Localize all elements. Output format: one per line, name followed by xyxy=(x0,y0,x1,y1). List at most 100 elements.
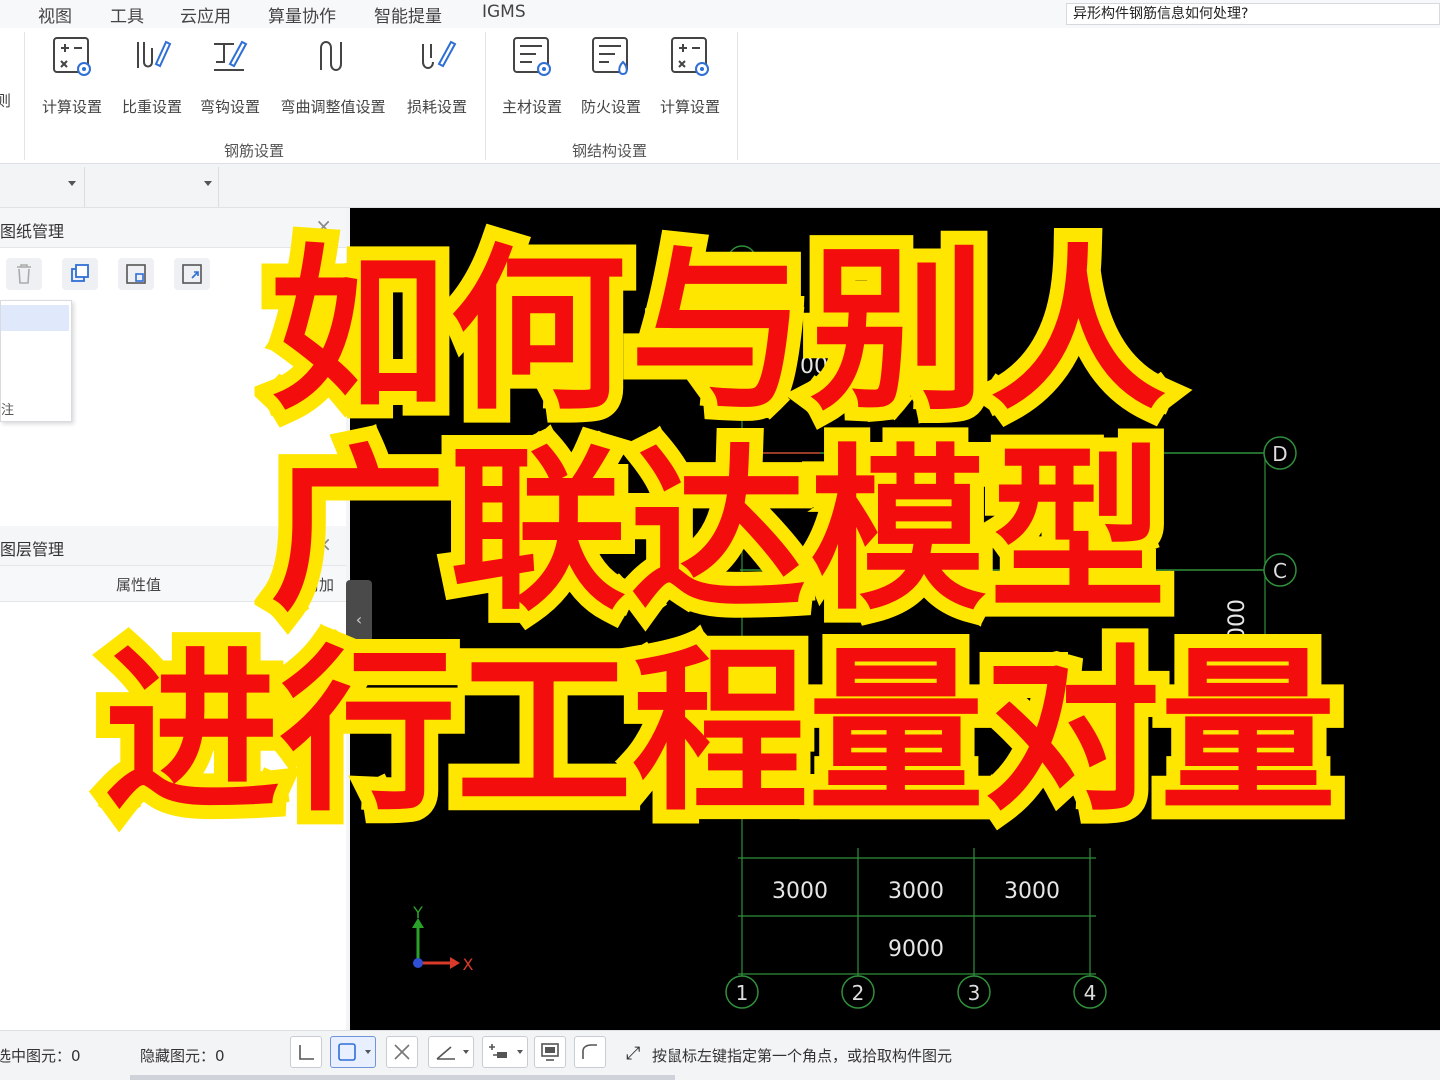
svg-text:1: 1 xyxy=(736,250,748,272)
import-button[interactable] xyxy=(118,258,154,290)
menu-tools[interactable]: 工具 xyxy=(110,2,144,27)
dropdown-item-clipped[interactable]: 注 xyxy=(1,399,14,418)
trash-icon xyxy=(17,264,31,284)
chevron-down-icon xyxy=(68,181,76,186)
group-separator xyxy=(737,32,738,160)
panel-collapse-handle[interactable]: ‹ xyxy=(346,580,372,660)
cross-icon xyxy=(394,1044,410,1060)
loss-settings-icon xyxy=(422,40,457,69)
ribbon: 则 计算设置 比重设置 弯钩设置 弯曲调整值设置 损耗设置 钢筋设置 主材设置 … xyxy=(0,28,1440,164)
svg-text:3: 3 xyxy=(968,981,981,1005)
delete-button[interactable] xyxy=(6,258,42,290)
import-icon xyxy=(126,264,146,284)
density-settings-icon xyxy=(137,40,172,68)
layer-table-header: 属性值 附加 xyxy=(0,566,346,602)
drawing-canvas[interactable]: 1 1 2 3 4 D C 3000 3000 3000 9000 000 00… xyxy=(350,208,1440,1030)
ortho-button[interactable] xyxy=(290,1036,322,1068)
menu-collab[interactable]: 算量协作 xyxy=(268,2,336,27)
offset-button[interactable] xyxy=(482,1036,528,1068)
svg-text:2: 2 xyxy=(852,981,865,1005)
app-window: : 视图 工具 云应用 算量协作 智能提量 IGMS 异形构件钢筋信息如何处理?… xyxy=(0,0,1440,1080)
menubar: : 视图 工具 云应用 算量协作 智能提量 IGMS 异形构件钢筋信息如何处理? xyxy=(0,0,1440,28)
fireproof-icon xyxy=(592,37,628,76)
axis-bubble-3: 3 xyxy=(957,975,991,1009)
group-label-rebar: 钢筋设置 xyxy=(224,142,285,160)
hidden-count: 隐藏图元：0 xyxy=(140,1047,225,1065)
rebar-calc-settings-label: 计算设置 xyxy=(41,98,102,116)
axis-bubble-4: 4 xyxy=(1073,975,1107,1009)
loss-settings-button[interactable]: 损耗设置 xyxy=(403,34,471,118)
menu-view[interactable]: 视图 xyxy=(38,2,72,27)
dim-text-total: 9000 xyxy=(888,937,944,962)
axis-bubble-1: 1 xyxy=(725,975,759,1009)
search-input[interactable]: 异形构件钢筋信息如何处理? xyxy=(1066,3,1440,25)
close-icon[interactable]: × xyxy=(315,214,332,238)
bend-adjust-button[interactable]: 弯曲调整值设置 xyxy=(274,34,392,118)
toolbar-separator xyxy=(84,167,85,207)
menu-cloud[interactable]: 云应用 xyxy=(180,2,231,27)
dropdown-selected-item[interactable] xyxy=(1,305,69,331)
density-settings-label: 比重设置 xyxy=(121,98,182,116)
snap-button[interactable] xyxy=(330,1036,376,1068)
layer-panel-header: 图层管理 × xyxy=(0,526,346,566)
main-material-icon xyxy=(513,37,551,76)
screen-button[interactable] xyxy=(534,1036,566,1068)
bend-adjust-icon xyxy=(320,41,342,71)
dim-text-right: 000 xyxy=(1225,599,1250,641)
col-add: 附加 xyxy=(304,576,335,594)
axis-bubble-2: 2 xyxy=(841,975,875,1009)
hook-settings-icon xyxy=(214,40,248,71)
svg-text:D: D xyxy=(1272,442,1287,466)
main-material-button[interactable]: 主材设置 xyxy=(498,34,566,118)
fireproof-label: 防火设置 xyxy=(580,98,641,116)
selected-count: 选中图元：0 xyxy=(0,1047,81,1065)
status-hint: 按鼠标左键指定第一个角点，或拾取构件图元 xyxy=(652,1047,953,1065)
arc-button[interactable] xyxy=(574,1036,606,1068)
copy-button[interactable] xyxy=(62,258,98,290)
toolbar-row xyxy=(0,165,1440,208)
axis-bubble-c: C xyxy=(1263,553,1297,587)
menu-smart[interactable]: 智能提量 xyxy=(374,2,442,27)
toolbar-separator xyxy=(218,167,219,207)
snap-rect-icon xyxy=(338,1043,371,1061)
hook-settings-button[interactable]: 弯钩设置 xyxy=(196,34,264,118)
cross-button[interactable] xyxy=(386,1036,418,1068)
ucs-axis-icon xyxy=(412,918,460,969)
component-select[interactable] xyxy=(86,169,216,205)
steel-calc-settings-button[interactable]: 计算设置 xyxy=(656,34,724,118)
layer-panel-title: 图层管理 xyxy=(0,540,65,559)
axis-x-label: X xyxy=(463,955,474,974)
export-button[interactable] xyxy=(174,258,210,290)
svg-text:C: C xyxy=(1273,559,1287,583)
group-separator xyxy=(24,32,25,160)
drawing-panel-title: 图纸管理 xyxy=(0,222,65,241)
loss-settings-label: 损耗设置 xyxy=(406,98,467,116)
fireproof-button[interactable]: 防火设置 xyxy=(577,34,645,118)
steel-calc-settings-label: 计算设置 xyxy=(659,98,720,116)
group-label-steel: 钢结构设置 xyxy=(572,142,648,160)
rebar-calc-settings-button[interactable]: 计算设置 xyxy=(38,34,106,118)
offset-icon xyxy=(489,1044,523,1058)
close-icon[interactable]: × xyxy=(315,532,332,556)
density-settings-button[interactable]: 比重设置 xyxy=(118,34,186,118)
export-icon xyxy=(182,264,202,284)
arc-icon xyxy=(582,1044,597,1059)
dropdown-menu: 注 xyxy=(0,300,72,422)
menu-igms[interactable]: IGMS xyxy=(482,2,526,22)
calc-settings-icon xyxy=(53,37,91,76)
floor-select[interactable] xyxy=(0,169,82,205)
bend-adjust-label: 弯曲调整值设置 xyxy=(280,98,386,116)
menu-item-clipped[interactable]: : xyxy=(0,2,2,22)
dim-text-3: 3000 xyxy=(1004,879,1060,904)
horizontal-scrollbar[interactable] xyxy=(130,1075,675,1080)
dim-text-partial: 00 xyxy=(800,354,828,379)
angle-icon xyxy=(436,1046,469,1060)
axis-bubble-top: 1 xyxy=(727,245,757,275)
svg-text:4: 4 xyxy=(1084,981,1097,1005)
axis-y-label: Y xyxy=(412,903,423,922)
chevron-down-icon xyxy=(204,181,212,186)
resize-icon: ⤢ xyxy=(626,1043,641,1064)
ribbon-clipped-label: 则 xyxy=(0,92,12,110)
angle-button[interactable] xyxy=(428,1036,474,1068)
status-bar: 选中图元：0 隐藏图元：0 ⤢ 按鼠标左键指定第一个角点，或拾取构件图元 xyxy=(0,1030,1440,1080)
